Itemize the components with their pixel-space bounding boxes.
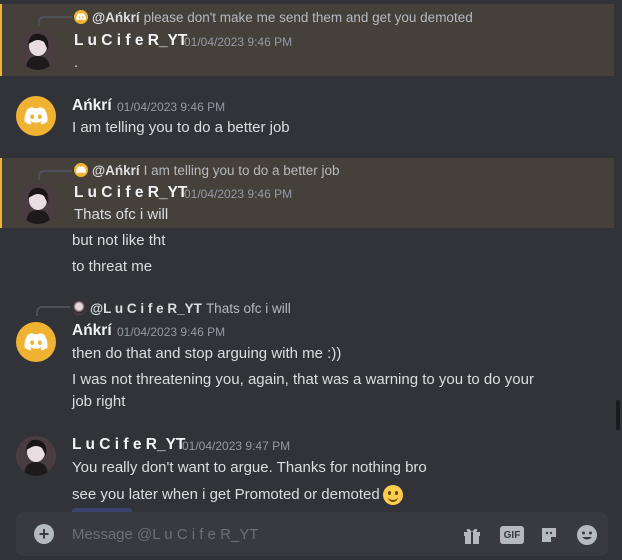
- message-2: Ańkrí 01/04/2023 9:46 PM I am telling yo…: [0, 92, 612, 146]
- message-4: @L u C i f e R_YT Thats ofc i will Ańkrí…: [0, 296, 612, 416]
- message-text: job right: [72, 393, 126, 410]
- timestamp: 01/04/2023 9:46 PM: [117, 100, 226, 114]
- slightly-smiling-face-emoji: [382, 485, 403, 505]
- message-text: but not like tht: [72, 232, 166, 249]
- discord-logo-icon: [74, 163, 88, 177]
- timestamp: 01/04/2023 9:46 PM: [117, 325, 226, 339]
- message-text: then do that and stop arguing with me :)…: [72, 345, 342, 362]
- avatar[interactable]: [16, 436, 56, 476]
- message-3: @Ańkrí I am telling you to do a better j…: [0, 158, 614, 228]
- avatar[interactable]: [18, 30, 58, 70]
- reply-spine: [36, 306, 70, 316]
- timestamp: 01/04/2023 9:46 PM: [184, 35, 293, 49]
- message-text: Thats ofc i will: [74, 206, 169, 223]
- message-text: to threat me: [72, 258, 153, 275]
- author-name[interactable]: Ańkrí: [72, 322, 112, 340]
- discord-logo-icon: [24, 107, 48, 125]
- reply-author[interactable]: @Ańkrí: [92, 10, 140, 25]
- message-text: You really don't want to argue. Thanks f…: [72, 459, 427, 476]
- avatar: [72, 301, 86, 315]
- author-name[interactable]: Ańkrí: [72, 97, 112, 115]
- reply-preview[interactable]: @Ańkrí please don't make me send them an…: [74, 8, 473, 26]
- sticker-icon[interactable]: [538, 524, 560, 546]
- reply-spine: [38, 16, 72, 26]
- avatar[interactable]: [16, 96, 56, 136]
- message-5: L u C i f e R_YT 01/04/2023 9:47 PM You …: [0, 432, 612, 506]
- author-name[interactable]: L u C i f e R_YT: [74, 184, 187, 202]
- author-name[interactable]: L u C i f e R_YT: [74, 32, 187, 50]
- reply-author[interactable]: @L u C i f e R_YT: [90, 301, 202, 316]
- gif-icon[interactable]: GIF: [500, 526, 524, 544]
- message-text: I was not threatening you, again, that w…: [72, 371, 534, 388]
- reply-preview[interactable]: @Ańkrí I am telling you to do a better j…: [74, 161, 340, 179]
- reply-text: I am telling you to do a better job: [143, 162, 340, 178]
- reply-spine: [38, 170, 72, 180]
- discord-logo-icon: [74, 10, 88, 24]
- scrollbar[interactable]: [616, 400, 620, 430]
- emoji-icon[interactable]: [576, 524, 598, 546]
- message-text: I am telling you to do a better job: [72, 119, 290, 136]
- message-text: see you later when i get Promoted or dem…: [72, 485, 380, 503]
- plus-icon[interactable]: +: [34, 524, 54, 544]
- message-input[interactable]: Message @L u C i f e R_YT: [72, 526, 258, 543]
- author-name[interactable]: L u C i f e R_YT: [72, 436, 185, 454]
- message-composer[interactable]: + Message @L u C i f e R_YT GIF: [16, 512, 608, 556]
- reply-text: please don't make me send them and get y…: [143, 9, 473, 25]
- reply-author[interactable]: @Ańkrí: [92, 163, 140, 178]
- reply-text: Thats ofc i will: [205, 300, 291, 316]
- timestamp: 01/04/2023 9:46 PM: [184, 187, 293, 201]
- avatar[interactable]: [18, 184, 58, 224]
- message-text-with-emoji: see you later when i get Promoted or dem…: [72, 485, 403, 505]
- reply-preview[interactable]: @L u C i f e R_YT Thats ofc i will: [72, 299, 291, 317]
- gift-icon[interactable]: [461, 524, 483, 546]
- avatar[interactable]: [16, 322, 56, 362]
- discord-logo-icon: [24, 333, 48, 351]
- message-text: .: [74, 54, 79, 71]
- message-1: @Ańkrí please don't make me send them an…: [0, 4, 614, 76]
- timestamp: 01/04/2023 9:47 PM: [182, 439, 291, 453]
